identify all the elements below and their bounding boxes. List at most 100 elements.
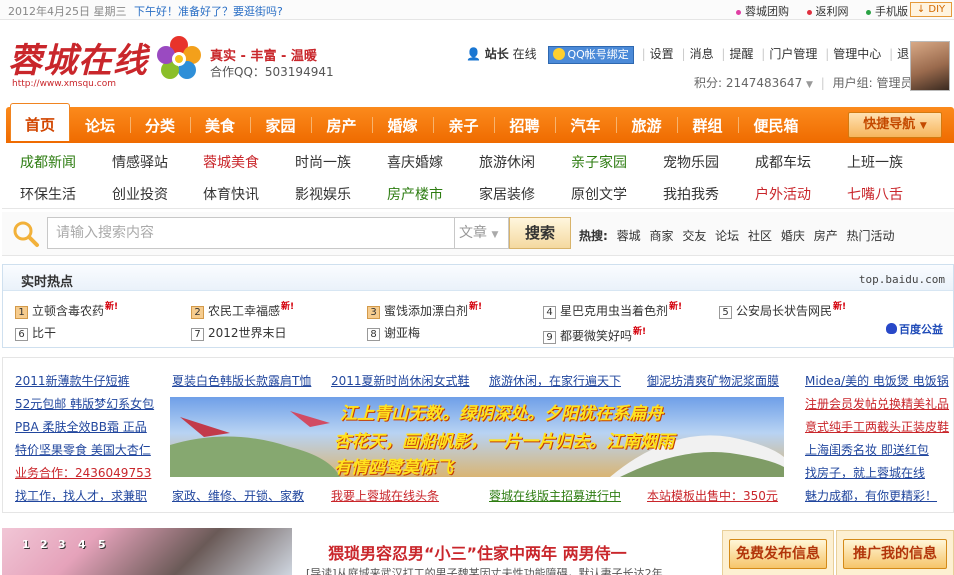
search-button[interactable]: 搜索 <box>509 217 571 249</box>
slide-number[interactable]: 5 <box>98 538 106 551</box>
hot-item[interactable]: 8 谢亚梅 <box>367 324 420 341</box>
ad-link[interactable]: 注册会员发帖兑换精美礼品 <box>805 395 949 412</box>
nav-classified[interactable]: 分类 <box>130 107 190 143</box>
messages-link[interactable]: 消息 <box>690 47 714 61</box>
username[interactable]: 站长 <box>485 47 509 61</box>
subnav-link[interactable]: 原创文学 <box>571 184 627 204</box>
ad-link[interactable]: 52元包邮 韩版梦幻系女包 <box>15 395 154 412</box>
subnav-link[interactable]: 亲子家园 <box>571 152 627 172</box>
search-type-select[interactable]: 文章 ▼ <box>455 217 509 249</box>
subnav-link[interactable]: 房产楼市 <box>387 184 443 204</box>
ad-link[interactable]: 夏装白色韩版长款露肩T恤 <box>172 372 311 389</box>
hot-source-link[interactable]: top.baidu.com <box>859 273 945 286</box>
image-slider[interactable]: 1 2 3 4 5 <box>2 528 292 575</box>
publish-info-button[interactable]: 免费发布信息 <box>729 539 827 569</box>
subnav-link[interactable]: 时尚一族 <box>295 152 351 172</box>
ad-link[interactable]: 魅力成都，有你更精彩！ <box>805 487 937 504</box>
ad-link[interactable]: 意式纯手工两截头正装皮鞋 <box>805 418 949 435</box>
avatar[interactable] <box>910 41 950 91</box>
subnav-link[interactable]: 影视娱乐 <box>295 184 351 204</box>
nav-auto[interactable]: 汽车 <box>555 107 616 143</box>
promote-info-button[interactable]: 推广我的信息 <box>843 539 947 569</box>
ad-link[interactable]: 找工作，找人才，求兼职 <box>15 487 147 504</box>
ad-link[interactable]: 御泥坊清爽矿物泥浆面膜 <box>647 372 779 389</box>
nav-home[interactable]: 首页 <box>10 103 70 141</box>
hot-item[interactable]: 6 比干 <box>15 324 56 341</box>
nav-travel[interactable]: 旅游 <box>616 107 677 143</box>
ad-link[interactable]: 上海闺秀名妆 即送红包 <box>805 441 929 458</box>
nav-home-garden[interactable]: 家园 <box>250 107 311 143</box>
ad-link[interactable]: 2011新薄款牛仔短裤 <box>15 372 130 389</box>
hot-word[interactable]: 婚庆 <box>781 229 805 243</box>
score-dropdown[interactable]: 积分: 2147483647 <box>694 76 802 90</box>
ad-link[interactable]: 特价坚果零食 美国大杏仁 <box>15 441 151 458</box>
hot-item[interactable]: 4 星巴克用虫当着色剂新! <box>543 299 682 319</box>
hot-item[interactable]: 2 农民工幸福感新! <box>191 299 294 319</box>
nav-groups[interactable]: 群组 <box>677 107 738 143</box>
ad-link[interactable]: 蓉城在线版主招募进行中 <box>489 487 621 504</box>
subnav-link[interactable]: 体育快讯 <box>203 184 259 204</box>
ad-link[interactable]: 2011夏新时尚休闲女式鞋 <box>331 372 470 389</box>
portal-admin-link[interactable]: 门户管理 <box>769 47 817 61</box>
nav-wedding[interactable]: 婚嫁 <box>372 107 433 143</box>
ad-link[interactable]: 本站模板出售中：350元 <box>647 487 778 504</box>
hot-word[interactable]: 商家 <box>649 229 673 243</box>
poem-banner[interactable]: 江上青山无数。绿阴深处。夕阳犹在系扁舟 杏花天，画船帆影，一片一片归去。江南烟雨… <box>170 397 784 477</box>
hot-word[interactable]: 交友 <box>682 229 706 243</box>
subnav-link[interactable]: 我拍我秀 <box>663 184 719 204</box>
search-input[interactable] <box>47 217 455 249</box>
hot-word[interactable]: 热门活动 <box>847 229 895 243</box>
subnav-link[interactable]: 创业投资 <box>112 184 168 204</box>
subnav-link[interactable]: 七嘴八舌 <box>847 184 903 204</box>
top-link-fanli[interactable]: 返利网 <box>806 5 849 18</box>
hot-item[interactable]: 3 蜜饯添加漂白剂新! <box>367 299 482 319</box>
site-logo[interactable]: 蓉城在线 http://www.xmsqu.com <box>8 33 204 91</box>
hot-word[interactable]: 社区 <box>748 229 772 243</box>
nav-realestate[interactable]: 房产 <box>311 107 372 143</box>
subnav-link[interactable]: 喜庆婚嫁 <box>387 152 443 172</box>
subnav-link[interactable]: 环保生活 <box>20 184 76 204</box>
subnav-link[interactable]: 旅游休闲 <box>479 152 535 172</box>
reminders-link[interactable]: 提醒 <box>729 47 753 61</box>
subnav-link[interactable]: 成都新闻 <box>20 152 76 172</box>
quick-nav-button[interactable]: 快捷导航 ▼ <box>848 112 942 138</box>
nav-forum[interactable]: 论坛 <box>70 107 130 143</box>
top-link-tuangou[interactable]: 蓉城团购 <box>736 5 789 18</box>
top-link-mobile[interactable]: 手机版 <box>866 5 908 18</box>
ad-link[interactable]: 我要上蓉城在线头条 <box>331 487 439 504</box>
subnav-link[interactable]: 家居装修 <box>479 184 535 204</box>
slide-number[interactable]: 1 <box>22 538 30 551</box>
subnav-link[interactable]: 上班一族 <box>847 152 903 172</box>
slide-number[interactable]: 2 <box>40 538 48 551</box>
hot-item[interactable]: 7 2012世界末日 <box>191 324 287 341</box>
hot-item[interactable]: 5 公安局长状告网民新! <box>719 299 846 319</box>
hot-item[interactable]: 1 立顿含毒农药新! <box>15 299 118 319</box>
hot-word[interactable]: 蓉城 <box>617 229 641 243</box>
baidu-charity-logo[interactable]: 百度公益 <box>886 321 943 337</box>
ad-link[interactable]: Midea/美的 电饭煲 电饭锅 <box>805 372 949 389</box>
fanli-link[interactable]: 返利网 <box>816 5 849 18</box>
subnav-link[interactable]: 成都车坛 <box>755 152 811 172</box>
qq-bind-button[interactable]: QQ帐号绑定 <box>548 46 634 64</box>
diy-button[interactable]: ↓ DIY <box>910 2 952 17</box>
nav-food[interactable]: 美食 <box>190 107 250 143</box>
ad-link[interactable]: 家政、维修、开锁、家教 <box>172 487 304 504</box>
business-contact-link[interactable]: 业务合作：2436049753 <box>15 464 151 481</box>
nav-parenting[interactable]: 亲子 <box>433 107 494 143</box>
hot-word[interactable]: 论坛 <box>715 229 739 243</box>
subnav-link[interactable]: 户外活动 <box>755 184 811 204</box>
ad-link[interactable]: 找房子，就上蓉城在线 <box>805 464 925 481</box>
nav-jobs[interactable]: 招聘 <box>494 107 555 143</box>
headline-link[interactable]: 猥琐男容忍男“小三”住家中两年 两男侍一 <box>328 540 627 564</box>
hot-item[interactable]: 9 都要微笑好吗新! <box>543 324 646 344</box>
subnav-link[interactable]: 情感驿站 <box>112 152 168 172</box>
slide-number[interactable]: 3 <box>58 538 66 551</box>
settings-link[interactable]: 设置 <box>650 47 674 61</box>
subnav-link[interactable]: 蓉城美食 <box>203 152 259 172</box>
greeting-link[interactable]: 下午好！准备好了？要逛街吗? <box>134 5 283 18</box>
admin-center-link[interactable]: 管理中心 <box>833 47 881 61</box>
ad-link[interactable]: 旅游休闲，在家行遍天下 <box>489 372 621 389</box>
subnav-link[interactable]: 宠物乐园 <box>663 152 719 172</box>
tuangou-link[interactable]: 蓉城团购 <box>745 5 789 18</box>
mobile-link[interactable]: 手机版 <box>875 5 908 18</box>
